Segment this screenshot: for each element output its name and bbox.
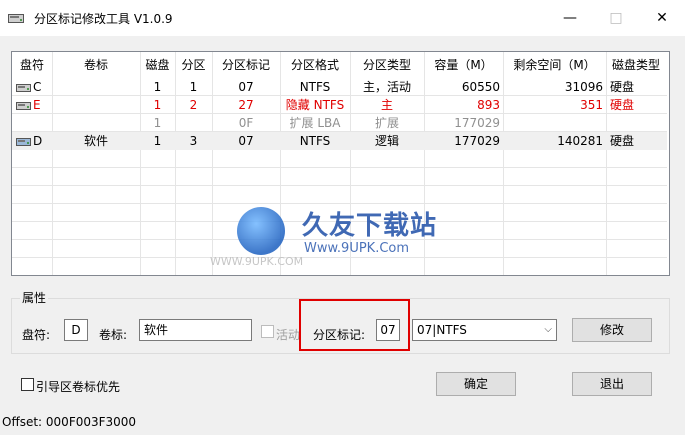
active-checkbox-label: 活动: [276, 328, 301, 342]
cell-disk: 1: [153, 116, 162, 130]
row-divider: [12, 185, 667, 186]
column-header-partition-type[interactable]: 分区类型: [350, 54, 424, 76]
cell-free-space: 31096: [564, 80, 603, 94]
cell-disk-type: [606, 114, 666, 132]
cell-partition: 1: [189, 80, 198, 94]
cell-partition: 2: [189, 98, 198, 112]
cell-capacity: 177029: [454, 134, 500, 148]
column-header-capacity[interactable]: 容量（M）: [424, 54, 503, 76]
drive-letter-field[interactable]: D: [64, 319, 88, 341]
cell-disk: 1: [153, 80, 162, 94]
column-header-disk-type[interactable]: 磁盘类型: [606, 54, 666, 76]
column-header-disk[interactable]: 磁盘: [140, 54, 175, 76]
row-divider: [12, 239, 667, 240]
drive-letter: E: [33, 98, 41, 112]
cell-capacity: 177029: [454, 116, 500, 130]
cell-capacity: 893: [477, 98, 500, 112]
drive-app-icon: [8, 14, 24, 23]
cell-drive: E: [12, 96, 52, 114]
cell-partition-mark: 27: [238, 98, 254, 112]
highlight-box: [299, 299, 410, 351]
table-row[interactable]: D 软件 1 3 07 NTFS 逻辑 177029 140281 硬盘: [12, 132, 667, 150]
client-area: 盘符 卷标 磁盘 分区 分区标记 分区格式 分区类型 容量（M） 剩余空间（M） 磁盘类型 C 1 1 0…: [0, 36, 685, 435]
hard-drive-icon: [16, 137, 31, 146]
partition-grid: 盘符 卷标 磁盘 分区 分区标记 分区格式 分区类型 容量（M） 剩余空间（M） 磁盘类型 C 1 1 0…: [12, 52, 669, 275]
cell-drive: C: [12, 78, 52, 96]
window-title: 分区标记修改工具 V1.0.9: [34, 12, 173, 26]
table-header: 盘符 卷标 磁盘 分区 分区标记 分区格式 分区类型 容量（M） 剩余空间（M） 磁盘类型: [12, 54, 667, 76]
cell-partition-mark: 0F: [238, 116, 254, 130]
exit-button[interactable]: 退出: [572, 372, 652, 396]
column-header-format[interactable]: 分区格式: [280, 54, 350, 76]
attributes-group-title: 属性: [20, 289, 49, 306]
partition-type-select[interactable]: 07|NTFS ⌵: [412, 319, 557, 341]
cell-format: 隐藏 NTFS: [285, 98, 345, 112]
cell-free-space: 351: [580, 98, 603, 112]
table-row[interactable]: 1 0F 扩展 LBA 扩展 177029: [12, 114, 667, 132]
cell-disk-type: 硬盘: [610, 98, 635, 112]
cell-partition-type: 扩展: [374, 116, 399, 130]
cell-free-space: 140281: [557, 134, 603, 148]
ok-button[interactable]: 确定: [436, 372, 516, 396]
column-header-drive[interactable]: 盘符: [12, 54, 52, 76]
boot-label-priority-checkbox[interactable]: [21, 378, 34, 391]
chevron-down-icon: ⌵: [544, 324, 552, 335]
cell-disk-type: 硬盘: [610, 134, 635, 148]
cell-format: NTFS: [299, 134, 331, 148]
boot-label-priority-label: 引导区卷标优先: [36, 380, 121, 394]
partition-type-select-value: 07|NTFS: [417, 323, 467, 337]
cell-partition-type: 主: [380, 98, 393, 112]
status-bar: Offset: 000F003F3000: [2, 415, 137, 429]
drive-letter: C: [33, 80, 42, 94]
cell-partition-mark: 07: [238, 80, 254, 94]
cell-partition-type: 主，活动: [362, 80, 411, 94]
hard-drive-icon: [16, 101, 31, 110]
cell-volume-label: [52, 78, 140, 96]
table-row[interactable]: E 1 2 27 隐藏 NTFS 主 893 351 硬盘: [12, 96, 667, 114]
cell-partition-type: 逻辑: [374, 134, 399, 148]
cell-drive: [12, 114, 52, 132]
hard-drive-icon: [16, 83, 31, 92]
drive-letter: D: [33, 134, 43, 148]
close-button[interactable]: ✕: [639, 0, 685, 36]
cell-format: 扩展 LBA: [289, 116, 341, 130]
volume-label-field[interactable]: 软件: [139, 319, 252, 341]
column-header-partition-mark[interactable]: 分区标记: [212, 54, 280, 76]
cell-volume-label: [52, 114, 140, 132]
cell-free-space: [503, 114, 606, 132]
title-bar: 分区标记修改工具 V1.0.9 — □ ✕: [0, 0, 685, 36]
row-divider: [12, 167, 667, 168]
cell-drive: D: [12, 132, 52, 150]
cell-volume-label: 软件: [83, 134, 108, 148]
drive-letter-label: 盘符:: [22, 328, 51, 342]
row-divider: [12, 221, 667, 222]
modify-button[interactable]: 修改: [572, 318, 652, 342]
minimize-button[interactable]: —: [547, 0, 593, 36]
cell-capacity: 60550: [461, 80, 500, 94]
column-header-partition[interactable]: 分区: [175, 54, 212, 76]
cell-partition: 3: [189, 134, 198, 148]
cell-partition: [175, 114, 212, 132]
maximize-button[interactable]: □: [593, 0, 639, 36]
cell-disk-type: 硬盘: [610, 80, 635, 94]
column-header-volume-label[interactable]: 卷标: [52, 54, 140, 76]
cell-disk: 1: [153, 134, 162, 148]
table-row[interactable]: C 1 1 07 NTFS 主，活动 60550 31096 硬盘: [12, 78, 667, 96]
cell-disk: 1: [153, 98, 162, 112]
partition-list[interactable]: 盘符 卷标 磁盘 分区 分区标记 分区格式 分区类型 容量（M） 剩余空间（M） 磁盘类型 C 1 1 0…: [11, 51, 670, 276]
row-divider: [12, 257, 667, 258]
row-divider: [12, 203, 667, 204]
cell-volume-label: [52, 96, 140, 114]
cell-format: NTFS: [299, 80, 331, 94]
cell-partition-mark: 07: [238, 134, 254, 148]
volume-label-label: 卷标:: [99, 328, 128, 342]
column-header-free-space[interactable]: 剩余空间（M）: [503, 54, 606, 76]
active-checkbox[interactable]: [261, 325, 274, 338]
